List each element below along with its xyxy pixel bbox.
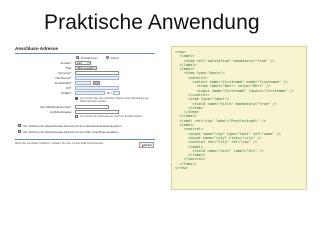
- radio-privatperson[interactable]: [76, 56, 79, 59]
- ort-button[interactable]: Ort*: [93, 81, 100, 85]
- input-postleitzahl[interactable]: [75, 81, 91, 85]
- sms-status-note: Ich möchte über den aktuellen Status mei…: [80, 97, 149, 103]
- checkbox-hardware-address[interactable]: [18, 124, 21, 127]
- form-footer-note: Wenn Sie mit Weiter fortfahren, erklären…: [15, 142, 104, 145]
- radio-firma-label: Firma: [111, 56, 119, 60]
- label-postleitzahl: Postleitzahl*:: [54, 81, 72, 85]
- label-anrede: Anrede*:: [60, 61, 72, 65]
- input-ort[interactable]: [75, 86, 119, 90]
- input-nachname[interactable]: [75, 76, 119, 80]
- label-hausnummer: Nr.*:: [107, 91, 113, 95]
- form-footer-divider: [15, 139, 155, 140]
- label-titel: Titel:: [65, 66, 72, 70]
- label-nachname: Nachname*:: [55, 76, 72, 80]
- label-strasse: Straße*:: [60, 91, 72, 95]
- weiter-button[interactable]: Weiter: [139, 142, 154, 148]
- weiter-button-label: Weiter: [143, 143, 152, 147]
- arrow-right-icon: [141, 144, 144, 147]
- radio-firma[interactable]: [106, 56, 109, 59]
- xml-code-box: <row> <label> <item ref="salutation" man…: [171, 46, 307, 190]
- no-email-note: Ich möchte die Informationen nicht per E…: [80, 115, 143, 118]
- input-strasse[interactable]: [75, 91, 105, 95]
- label-ort: Ort*:: [65, 86, 72, 90]
- form-divider: [15, 53, 155, 54]
- dsl-address-label: Ich möchte eine abweichende Adresse für …: [23, 130, 120, 134]
- select-titel[interactable]: (Bitte auswählen): [75, 66, 97, 70]
- input-mobilfunknummer[interactable]: [75, 105, 109, 109]
- form-heading: Anschluss-Adresse: [15, 46, 58, 51]
- radio-privatperson-label: Privatperson: [81, 56, 98, 60]
- select-anrede[interactable]: Herr: [75, 61, 91, 65]
- label-email: E-Mail-Adresse:: [50, 110, 72, 114]
- checkbox-no-email[interactable]: [75, 115, 78, 118]
- label-mobilfunknummer: Ihre Mobilfunknummer*:: [40, 105, 72, 109]
- checkbox-sms-status[interactable]: [75, 97, 78, 100]
- checkbox-dsl-address[interactable]: [18, 130, 21, 133]
- input-hausnummer[interactable]: [113, 91, 120, 95]
- input-vorname[interactable]: [75, 71, 119, 75]
- label-vorname: Vorname*:: [57, 71, 72, 75]
- address-form: Anschluss-Adresse Privatperson Firma Anr…: [14, 46, 156, 148]
- input-email[interactable]: [75, 110, 119, 114]
- hardware-address-label: Ich möchte eine abweichende Adresse für …: [23, 124, 123, 128]
- code-line: </row>: [175, 166, 188, 171]
- slide-title: Praktische Anwendung: [44, 11, 260, 34]
